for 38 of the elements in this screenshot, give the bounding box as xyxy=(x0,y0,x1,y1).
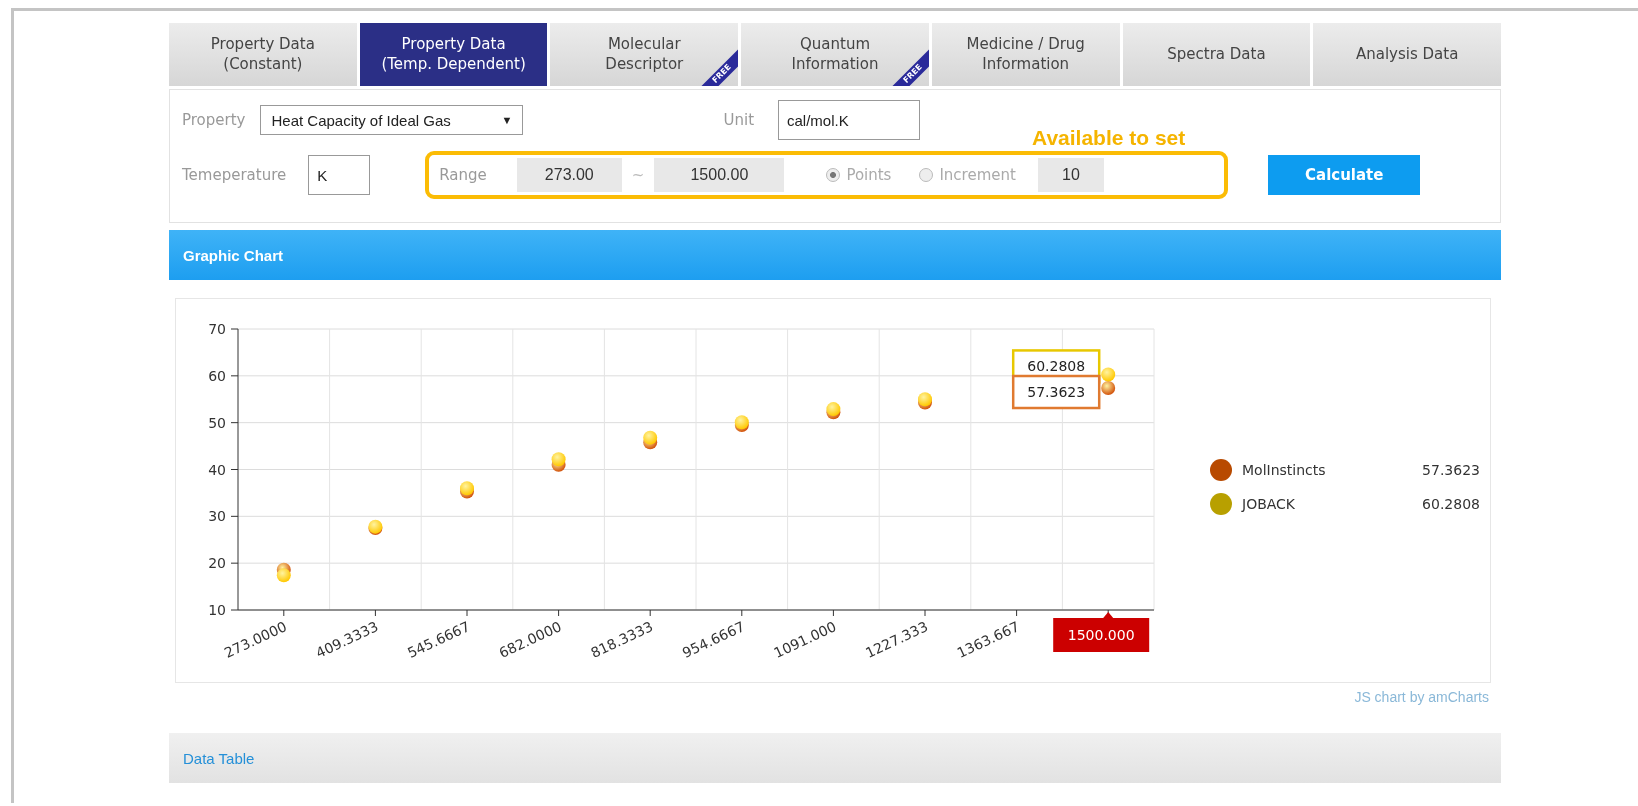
legend-label: JOBACK xyxy=(1242,496,1297,512)
data-point xyxy=(1101,367,1116,382)
range-label: Range xyxy=(439,166,487,184)
tab[interactable]: Analysis Data xyxy=(1313,23,1502,86)
property-label: Property xyxy=(182,111,246,129)
tab[interactable]: Property Data (Temp. Dependent) xyxy=(359,23,548,86)
range-from-field[interactable]: 273.00 xyxy=(516,158,622,192)
y-tick-label: 20 xyxy=(208,555,226,572)
tab[interactable]: Spectra Data xyxy=(1122,23,1311,86)
legend-label: MolInstincts xyxy=(1242,462,1327,478)
section-header: Data Table xyxy=(169,733,1501,783)
temperature-unit-field[interactable]: K xyxy=(308,155,371,195)
y-tick-label: 70 xyxy=(208,321,226,337)
property-dropdown[interactable]: Heat Capacity of Ideal Gas ▼ xyxy=(260,105,524,135)
data-point xyxy=(276,568,291,583)
temperature-label: Temeperature xyxy=(182,166,287,184)
range-separator: ~ xyxy=(631,166,645,184)
y-tick-label: 60 xyxy=(208,367,226,384)
y-tick-label: 10 xyxy=(208,602,226,618)
value-balloon: 57.3623 xyxy=(1011,374,1101,410)
count-field[interactable]: 10 xyxy=(1037,158,1104,192)
y-tick-label: 40 xyxy=(208,461,226,478)
range-to-field[interactable]: 1500.00 xyxy=(654,158,785,192)
cursor-label: 1500.000 xyxy=(1053,612,1150,652)
data-point xyxy=(551,452,566,467)
tab[interactable]: Property Data (Constant) xyxy=(169,23,357,86)
y-tick-label: 50 xyxy=(208,414,226,431)
x-tick-label: 1500.000 xyxy=(1067,627,1135,643)
unit-label: Unit xyxy=(723,111,755,129)
legend-value: 57.3623 xyxy=(1422,462,1480,478)
data-point xyxy=(643,430,658,445)
unit-field[interactable]: cal/mol.K xyxy=(778,100,921,140)
callout-text: Available to set xyxy=(1032,126,1186,150)
section-header: Graphic Chart xyxy=(169,230,1501,280)
legend-value: 60.2808 xyxy=(1422,496,1480,512)
y-tick-label: 30 xyxy=(208,508,226,525)
data-point xyxy=(1101,381,1116,395)
tab[interactable]: Medicine / Drug Information xyxy=(931,23,1120,86)
